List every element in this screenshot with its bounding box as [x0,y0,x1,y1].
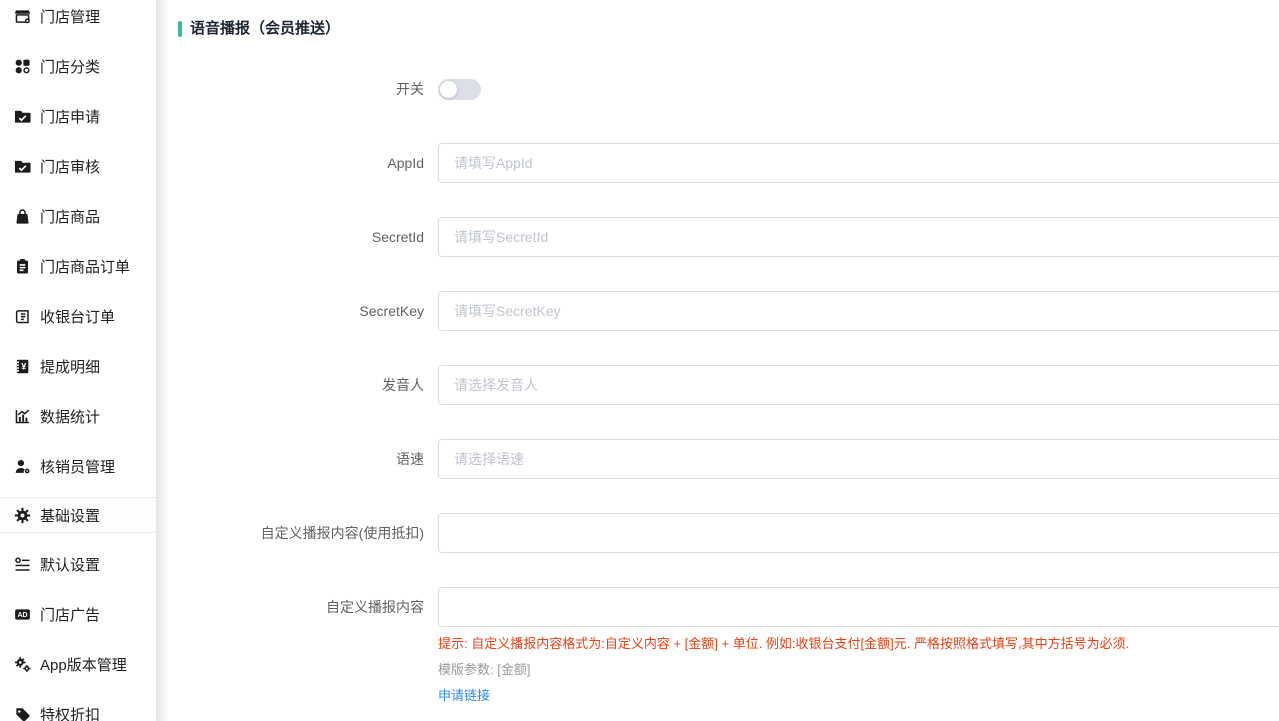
speaker-label: 发音人 [168,365,424,405]
toggle-knob [440,81,457,98]
custom-content-input[interactable] [438,587,1279,627]
speaker-select[interactable] [438,365,1279,405]
sidebar-item-label: 门店商品 [40,206,100,227]
form-row-speed: 语速 [168,439,1279,479]
section-title: 语音播报（会员推送） [190,20,340,37]
sidebar-item-label: 特权折扣 [40,704,100,721]
sidebar-item-store-manage[interactable]: 门店管理 [0,0,156,41]
section-accent-bar [178,21,182,37]
sidebar-item-cashier-orders[interactable]: 收银台订单 [0,291,156,341]
clipboard-icon [13,257,31,275]
sidebar-item-label: 门店申请 [40,106,100,127]
svg-text:¥: ¥ [21,361,26,371]
sidebar-item-label: 门店商品订单 [40,256,130,277]
discount-tag-icon [13,705,31,721]
sidebar-item-label: 核销员管理 [40,456,115,477]
voice-broadcast-form: 开关 AppId SecretId Se [168,69,1279,705]
form-row-custom: 自定义播报内容 提示: 自定义播报内容格式为:自定义内容 + [金额] + 单位… [168,587,1279,705]
category-grid-icon [13,57,31,75]
form-row-appid: AppId [168,143,1279,183]
sidebar-item-label: 基础设置 [40,505,100,526]
voice-switch-toggle[interactable] [438,79,481,100]
form-row-secretid: SecretId [168,217,1279,257]
app-root: 门店管理 门店分类 门店申请 门店审核 [0,0,1279,721]
sidebar-item-basic-settings[interactable]: 基础设置 [0,497,156,533]
format-hint-text: 提示: 自定义播报内容格式为:自定义内容 + [金额] + 单位. 例如:收银台… [438,635,1279,653]
form-row-secretkey: SecretKey [168,291,1279,331]
sidebar-item-label: 提成明细 [40,356,100,377]
form-row-custom-deduct: 自定义播报内容(使用抵扣) [168,513,1279,553]
shopping-bag-icon [13,207,31,225]
sidebar-item-store-apply[interactable]: 门店申请 [0,91,156,141]
sidebar-item-privilege-discount[interactable]: 特权折扣 [0,689,156,721]
sidebar-item-label: 默认设置 [40,554,100,575]
sidebar-item-label: 门店审核 [40,156,100,177]
sidebar-scrollbar[interactable] [156,0,168,721]
form-row-speaker: 发音人 [168,365,1279,405]
speed-select[interactable] [438,439,1279,479]
custom-deduct-input[interactable] [438,513,1279,553]
form-row-switch: 开关 [168,69,1279,109]
sidebar-item-label: 门店管理 [40,6,100,27]
secretkey-label: SecretKey [168,291,424,331]
sidebar-item-store-goods[interactable]: 门店商品 [0,191,156,241]
sidebar-item-commission-detail[interactable]: ¥ 提成明细 [0,341,156,391]
ad-badge-icon: AD [13,605,31,623]
main-content: 语音播报（会员推送） 开关 AppId SecretId [168,0,1279,721]
folder-check-icon [13,107,31,125]
sidebar-item-label: 数据统计 [40,406,100,427]
sidebar-item-label: 门店分类 [40,56,100,77]
secretkey-input[interactable] [438,291,1279,331]
user-gear-icon [13,457,31,475]
template-param-text: 模版参数: [金额] [438,661,1279,679]
apply-link[interactable]: 申请链接 [438,687,490,705]
sidebar-item-app-version[interactable]: App版本管理 [0,639,156,689]
receipt-icon [13,307,31,325]
secretid-input[interactable] [438,217,1279,257]
appid-input[interactable] [438,143,1279,183]
custom-deduct-label: 自定义播报内容(使用抵扣) [168,513,424,553]
switch-label: 开关 [168,69,424,109]
sidebar-item-label: App版本管理 [40,654,127,675]
sidebar-item-default-settings[interactable]: 默认设置 [0,539,156,589]
sidebar-menu: 门店管理 门店分类 门店申请 门店审核 [0,0,156,721]
sidebar-item-store-audit[interactable]: 门店审核 [0,141,156,191]
chart-icon [13,407,31,425]
sidebar-item-label: 收银台订单 [40,306,115,327]
section-header: 语音播报（会员推送） [168,0,1279,37]
store-gear-icon [13,7,31,25]
svg-text:AD: AD [17,612,27,619]
custom-content-label: 自定义播报内容 [168,587,424,627]
sidebar-item-verifier-manage[interactable]: 核销员管理 [0,441,156,491]
sidebar: 门店管理 门店分类 门店申请 门店审核 [0,0,156,721]
secretid-label: SecretId [168,217,424,257]
sidebar-item-label: 门店广告 [40,604,100,625]
folder-check-icon [13,157,31,175]
appid-label: AppId [168,143,424,183]
sidebar-item-store-goods-orders[interactable]: 门店商品订单 [0,241,156,291]
cogs-icon [13,655,31,673]
ledger-yen-icon: ¥ [13,357,31,375]
sidebar-item-store-category[interactable]: 门店分类 [0,41,156,91]
settings-list-icon [13,555,31,573]
sidebar-item-data-statistics[interactable]: 数据统计 [0,391,156,441]
speed-label: 语速 [168,439,424,479]
sidebar-item-store-ads[interactable]: AD 门店广告 [0,589,156,639]
gear-icon [13,506,31,524]
